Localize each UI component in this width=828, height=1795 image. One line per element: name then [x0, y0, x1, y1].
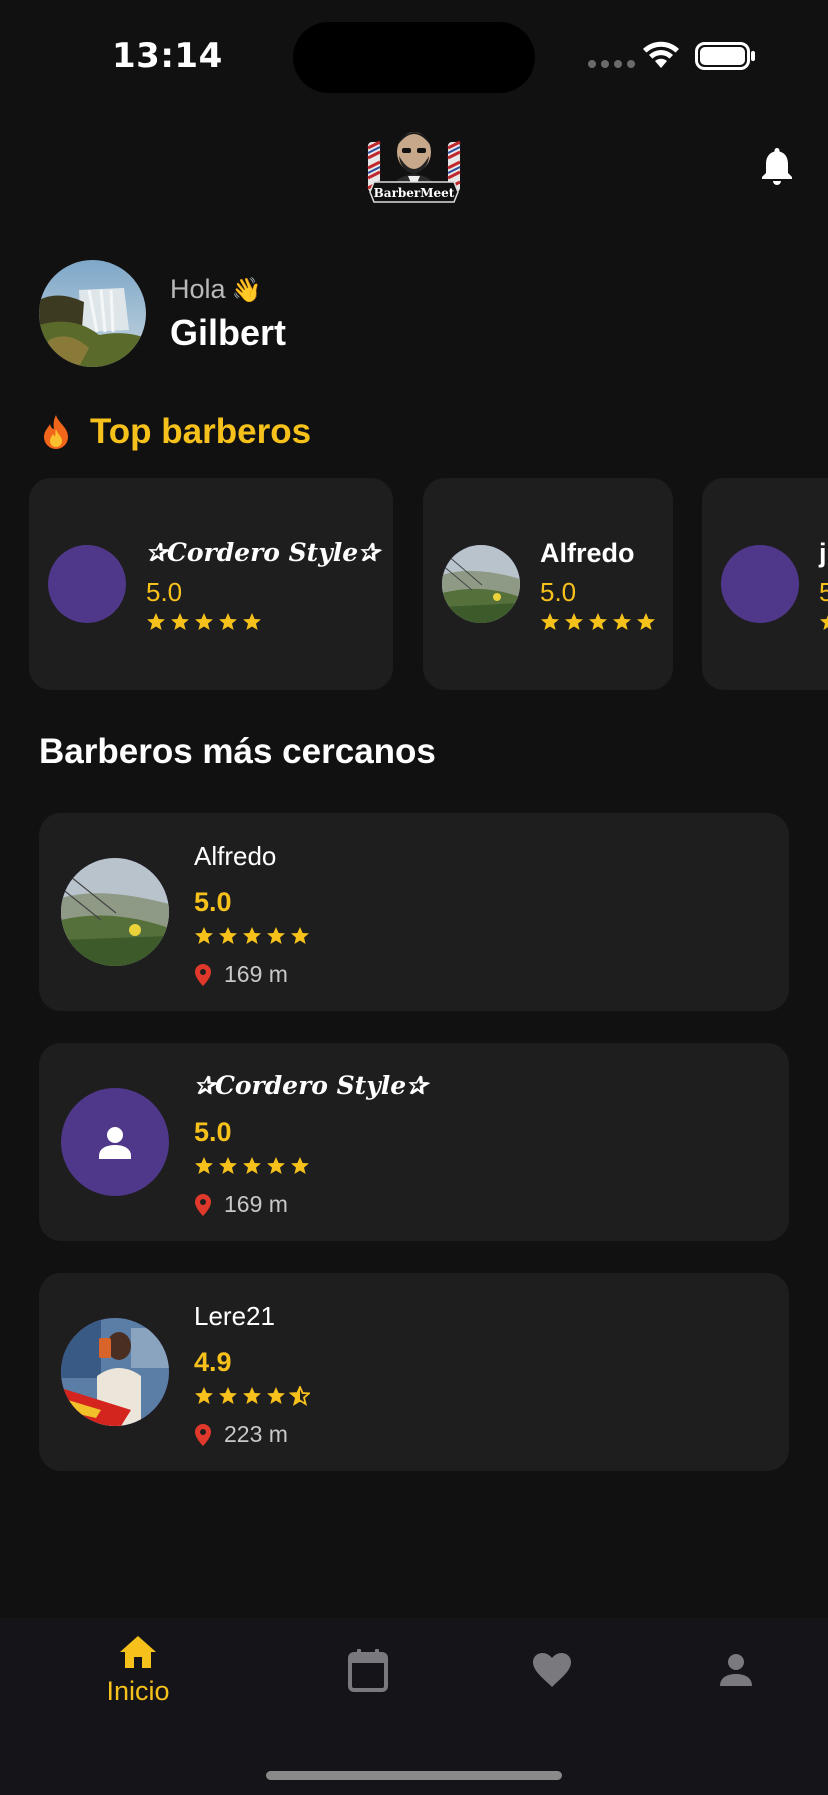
status-time: 13:14: [112, 36, 223, 76]
location-pin-icon: [195, 1193, 211, 1216]
user-avatar[interactable]: [39, 260, 146, 367]
wifi-icon: [643, 41, 679, 68]
dynamic-island: [293, 22, 535, 93]
barber-rating: 5.0: [540, 577, 577, 607]
distance-row: 223 m: [194, 1421, 288, 1448]
nav-item-calendar[interactable]: [298, 1648, 438, 1768]
star-rating-icon: [195, 927, 309, 944]
signal-icon: [588, 60, 635, 68]
nearby-barber-card[interactable]: ✰Cordero Style✰ 5.0 169 m: [39, 1043, 789, 1241]
barber-avatar-placeholder: [721, 545, 799, 623]
barber-name: Alfredo: [540, 538, 635, 568]
barber-name: j: [819, 538, 827, 568]
distance-row: 169 m: [194, 1191, 288, 1218]
bottom-nav: Inicio: [0, 1618, 828, 1795]
nav-item-favorites[interactable]: [482, 1652, 622, 1772]
nav-item-inicio[interactable]: Inicio: [68, 1634, 208, 1754]
star-rating-icon: [147, 613, 261, 630]
barbermeet-logo: BarberMeet: [367, 132, 461, 203]
barber-distance: 169 m: [224, 961, 288, 987]
barber-rating: 5.0: [194, 887, 232, 917]
barber-distance: 169 m: [224, 1191, 288, 1217]
nearby-barber-card[interactable]: Alfredo 5.0 169 m: [39, 813, 789, 1011]
calendar-icon: [348, 1649, 388, 1692]
barber-rating: 5: [819, 577, 828, 607]
fire-icon: [44, 415, 68, 449]
top-barbers-title: Top barberos: [90, 412, 312, 451]
barber-name: ✰Cordero Style✰: [194, 1071, 428, 1100]
star-rating-icon: [195, 1157, 309, 1174]
barber-rating: 5.0: [146, 577, 183, 607]
location-pin-icon: [195, 963, 211, 986]
wave-emoji: 👋: [231, 277, 262, 304]
barber-rating: 5.0: [194, 1117, 232, 1147]
location-pin-icon: [195, 1423, 211, 1446]
top-barber-card[interactable]: j 5: [702, 478, 828, 690]
barber-avatar: [61, 1318, 169, 1426]
barber-avatar: [442, 545, 520, 623]
home-indicator: [266, 1771, 562, 1780]
star-rating-icon: [195, 1386, 310, 1406]
top-barber-card[interactable]: ✰Cordero Style✰ 5.0: [29, 478, 393, 690]
barber-rating: 4.9: [194, 1347, 232, 1377]
star-rating-icon: [541, 613, 655, 630]
distance-row: 169 m: [194, 961, 288, 988]
heart-icon: [533, 1653, 571, 1687]
status-bar: 13:14: [0, 0, 828, 110]
barber-name: Alfredo: [194, 841, 277, 871]
barber-avatar-placeholder: [48, 545, 126, 623]
barber-avatar: [61, 858, 169, 966]
battery-icon: [695, 42, 755, 70]
logo-text: BarberMeet: [374, 186, 455, 200]
barber-avatar-placeholder: [61, 1088, 169, 1196]
nearby-barber-card[interactable]: Lere21 4.9 223 m: [39, 1273, 789, 1471]
top-barbers-header: Top barberos: [40, 412, 311, 452]
home-icon: [120, 1636, 156, 1668]
person-icon: [99, 1127, 131, 1159]
person-icon: [720, 1654, 752, 1686]
barber-distance: 223 m: [224, 1421, 288, 1447]
top-barber-card[interactable]: Alfredo 5.0: [423, 478, 673, 690]
nav-item-profile[interactable]: [666, 1652, 806, 1772]
star-rating-icon: [820, 615, 828, 630]
barber-name: ✰Cordero Style✰: [146, 538, 380, 567]
greeting-text: Hola 👋: [170, 274, 262, 304]
nearby-barbers-title: Barberos más cercanos: [39, 732, 436, 771]
nav-label: Inicio: [106, 1676, 170, 1706]
bell-icon[interactable]: [761, 146, 793, 186]
barber-name: Lere21: [194, 1301, 275, 1331]
user-name: Gilbert: [170, 312, 287, 353]
